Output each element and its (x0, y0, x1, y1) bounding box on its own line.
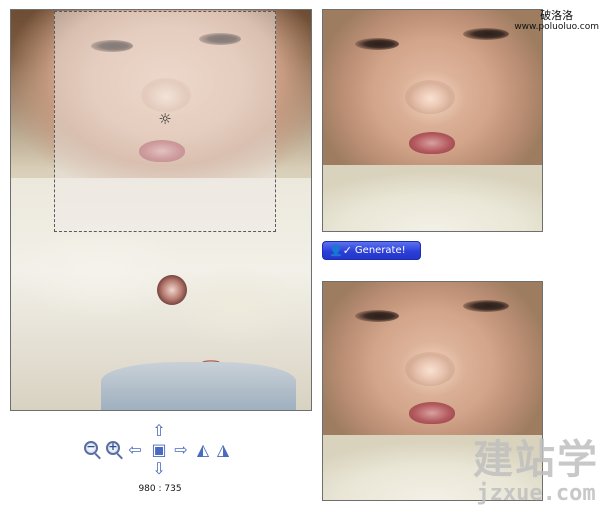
bib-area (323, 164, 542, 231)
watermark-url: www.poluoluo.com (514, 22, 599, 32)
right-eye (463, 300, 509, 312)
center-icon: ▣ (151, 440, 167, 459)
move-down-button[interactable]: ⇩ (150, 460, 168, 478)
watermark-bottom: 建站学 jzxue.com (466, 438, 606, 506)
user-check-icon: 👤✓ (329, 244, 352, 257)
nose (405, 352, 455, 386)
watermark-site: jzxue.com (476, 481, 596, 506)
mouth (409, 402, 455, 424)
arrow-left-icon: ⇦ (128, 440, 142, 459)
image-dimensions: 980 : 735 (138, 484, 182, 494)
left-eye (355, 310, 399, 322)
shirt-button (157, 275, 187, 305)
watermark-logo: 建站学 (473, 437, 599, 483)
jeans-area (101, 362, 296, 410)
center-button[interactable]: ▣ (150, 441, 168, 459)
move-up-button[interactable]: ⇧ (150, 422, 168, 440)
left-eye (355, 38, 399, 50)
generate-button-label: Generate! (354, 245, 406, 256)
zoom-out-sign: − (86, 440, 96, 453)
mouth (409, 132, 455, 154)
watermark-top: 破洛洛 www.poluoluo.com (514, 9, 599, 33)
rotate-right-button[interactable]: ◮ (214, 441, 232, 459)
crop-handle-icon[interactable]: ☼ (156, 110, 174, 128)
generate-button[interactable]: 👤✓ Generate! (322, 241, 421, 260)
zoom-in-sign: + (108, 440, 118, 453)
crop-preview (322, 9, 543, 232)
rotate-left-icon: ◭ (196, 440, 210, 459)
arrow-up-icon: ⇧ (152, 421, 166, 440)
zoom-in-button[interactable]: + (106, 440, 124, 459)
right-eye (463, 28, 509, 40)
arrow-right-icon: ⇨ (174, 440, 188, 459)
watermark-chinese: 破洛洛 (540, 9, 574, 22)
rotate-left-button[interactable]: ◭ (194, 441, 212, 459)
zoom-out-button[interactable]: − (84, 440, 102, 459)
move-right-button[interactable]: ⇨ (172, 441, 190, 459)
rotate-right-icon: ◮ (216, 440, 230, 459)
arrow-down-icon: ⇩ (152, 459, 166, 478)
move-left-button[interactable]: ⇦ (126, 441, 144, 459)
nose (405, 80, 455, 114)
